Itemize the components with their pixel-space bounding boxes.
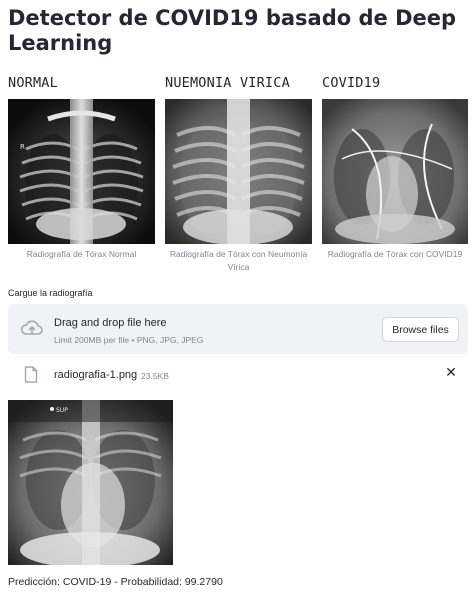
close-icon[interactable]: ✕ bbox=[444, 366, 458, 380]
page-title: Detector de COVID19 basado de Deep Learn… bbox=[8, 6, 457, 55]
xray-covid19-image bbox=[322, 99, 468, 244]
uploaded-file-size: 23.5KB bbox=[141, 371, 169, 381]
caption-viral-pneumonia: Radiografía de Tórax con Neumonía Vírica bbox=[169, 249, 308, 272]
upload-label: Cargue la radiografía bbox=[8, 288, 93, 298]
caption-normal: Radiografía de Tórax Normal bbox=[26, 249, 137, 259]
xray-viral-pneumonia-image bbox=[165, 99, 312, 244]
uploaded-file-name: radiografia-1.png bbox=[54, 369, 138, 381]
xray-normal-image: R bbox=[8, 99, 155, 244]
heading-normal: NORMAL bbox=[8, 75, 58, 91]
heading-viral-pneumonia: NUEMONIA VIRICA bbox=[165, 75, 290, 91]
dropzone-limit-text: Limit 200MB per file • PNG, JPG, JPEG bbox=[54, 335, 204, 345]
prediction-result: Predicción: COVID-19 - Probabilidad: 99.… bbox=[8, 576, 223, 588]
uploaded-xray-image: SUP bbox=[8, 400, 173, 565]
cloud-upload-icon bbox=[20, 320, 43, 335]
file-icon bbox=[24, 366, 38, 383]
file-dropzone[interactable]: Drag and drop file here Limit 200MB per … bbox=[8, 304, 468, 354]
uploaded-xray-marker: SUP bbox=[56, 407, 68, 414]
caption-covid19: Radiografía de Tórax con COVID19 bbox=[327, 249, 463, 259]
dropzone-instructions: Drag and drop file here bbox=[54, 317, 167, 329]
browse-files-button[interactable]: Browse files bbox=[382, 317, 459, 342]
xray-marker-r: R bbox=[20, 143, 25, 151]
heading-covid19: COVID19 bbox=[322, 75, 381, 91]
